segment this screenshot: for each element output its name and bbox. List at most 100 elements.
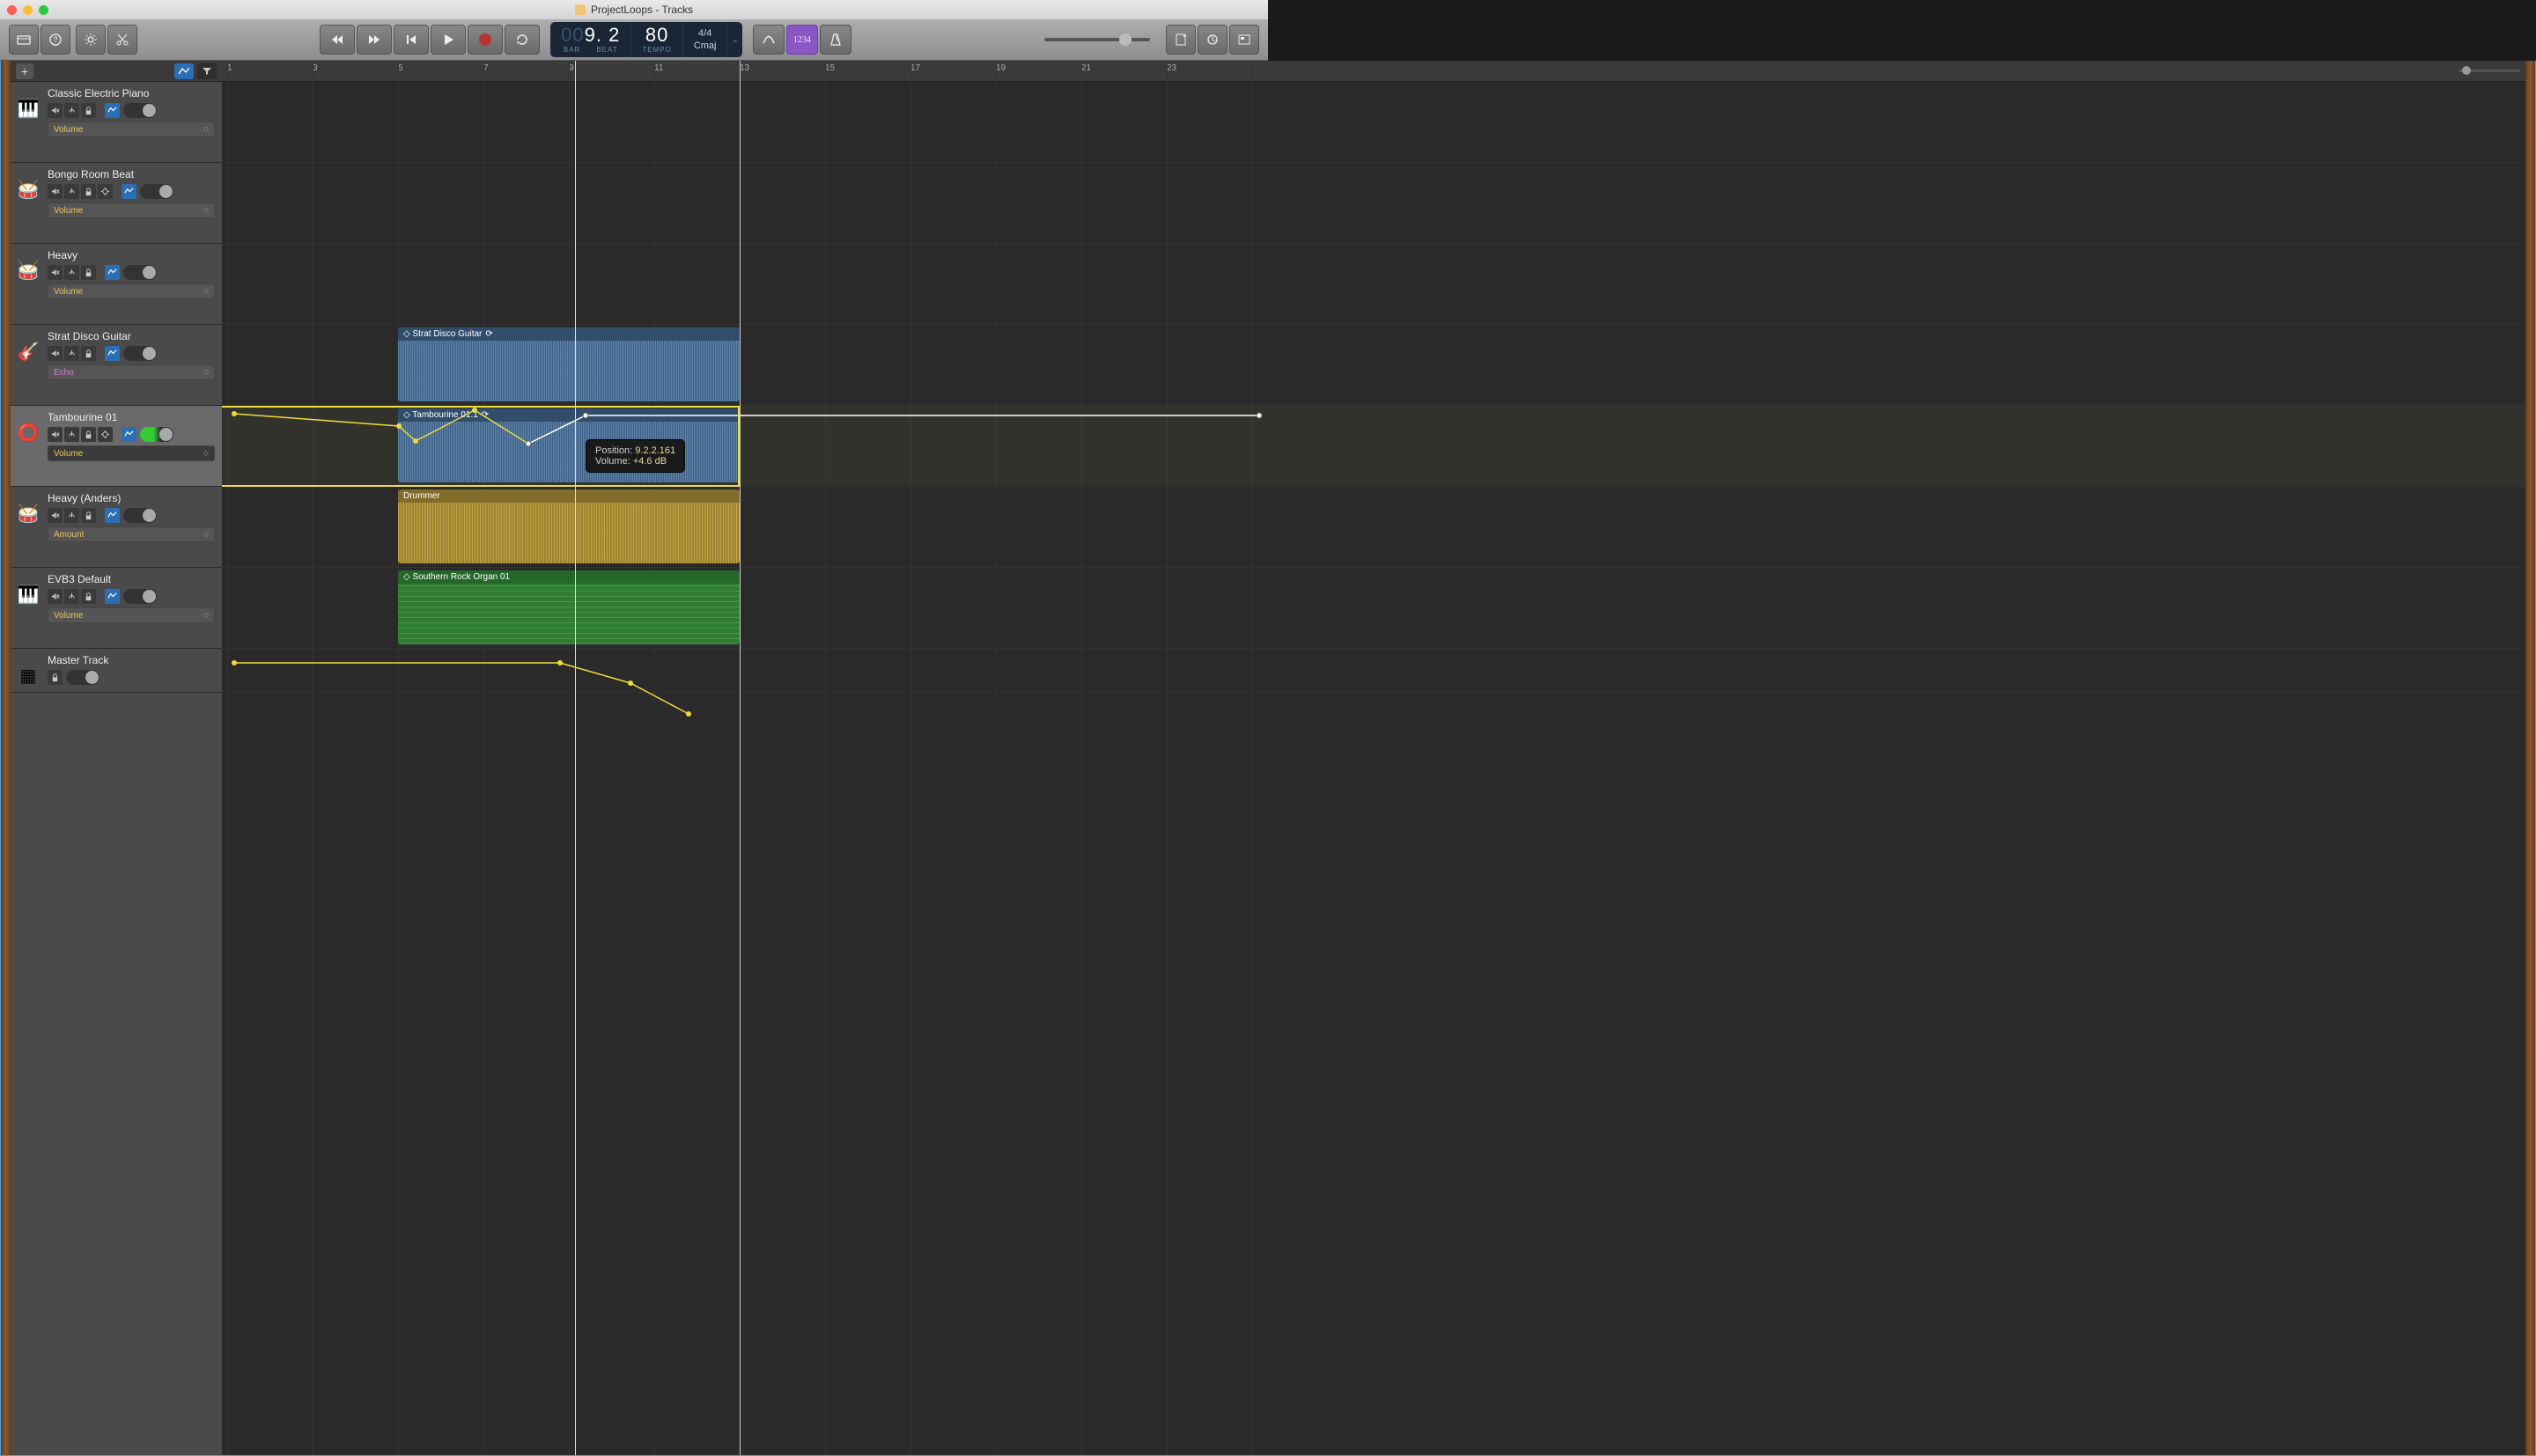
zoom-icon[interactable] bbox=[39, 5, 48, 15]
lock-button[interactable] bbox=[81, 508, 96, 523]
automation-mode-button[interactable] bbox=[105, 265, 120, 280]
go-to-start-button[interactable] bbox=[394, 25, 429, 55]
tooltip-volume-value: +4.6 dB bbox=[633, 456, 667, 467]
automation-param-selector[interactable]: Amount◇ bbox=[48, 526, 215, 542]
track-header[interactable]: 🥁 Bongo Room Beat Volume◇ bbox=[11, 163, 222, 244]
track-header-bar: + bbox=[11, 61, 222, 82]
automation-param-selector[interactable]: Volume◇ bbox=[48, 202, 215, 218]
solo-button[interactable] bbox=[64, 346, 79, 361]
automation-line-master[interactable] bbox=[222, 82, 1279, 751]
track-header[interactable]: 🎹 Classic Electric Piano Volume◇ bbox=[11, 82, 222, 163]
automation-mode-button[interactable] bbox=[105, 103, 120, 118]
lock-button[interactable] bbox=[81, 103, 96, 118]
automation-param-selector[interactable]: Volume◇ bbox=[48, 121, 215, 137]
document-icon bbox=[575, 4, 586, 15]
solo-button[interactable] bbox=[64, 589, 79, 604]
automation-mode-button[interactable] bbox=[105, 508, 120, 523]
forward-button[interactable] bbox=[357, 25, 392, 55]
track-header[interactable]: 🥁 Heavy (Anders) Amount◇ bbox=[11, 487, 222, 568]
timeline-area[interactable]: 1357911131517192123 ◇ Strat Disco Guitar… bbox=[222, 61, 2525, 1455]
minimize-icon[interactable] bbox=[23, 5, 33, 15]
solo-button[interactable] bbox=[64, 427, 79, 442]
play-button[interactable] bbox=[431, 25, 466, 55]
help-button[interactable]: ? bbox=[41, 25, 70, 55]
lcd-beat-label: BEAT bbox=[596, 46, 617, 54]
lock-button[interactable] bbox=[81, 346, 96, 361]
track-enable-toggle[interactable] bbox=[123, 589, 157, 604]
svg-text:?: ? bbox=[53, 35, 57, 44]
automation-curve-button[interactable] bbox=[753, 25, 785, 55]
rewind-button[interactable] bbox=[320, 25, 355, 55]
solo-button[interactable] bbox=[64, 508, 79, 523]
metronome-button[interactable] bbox=[820, 25, 851, 55]
settings-button[interactable] bbox=[76, 25, 106, 55]
record-enable-button[interactable] bbox=[98, 184, 113, 199]
ruler-number: 23 bbox=[1167, 63, 1176, 73]
lcd-bar: 9. bbox=[585, 24, 602, 46]
main-area: + 🎹 Classic Electric Piano Volume◇ 🥁 Bon… bbox=[0, 61, 2536, 1456]
lock-button[interactable] bbox=[81, 427, 96, 442]
record-enable-button[interactable] bbox=[98, 427, 113, 442]
automation-param-selector[interactable]: Volume◇ bbox=[48, 607, 215, 623]
automation-mode-button[interactable] bbox=[122, 184, 136, 199]
mute-button[interactable] bbox=[48, 508, 63, 523]
lock-button[interactable] bbox=[81, 184, 96, 199]
solo-button[interactable] bbox=[64, 184, 79, 199]
track-enable-toggle[interactable] bbox=[123, 103, 157, 118]
lcd-display[interactable]: 009. 2 BARBEAT 80 TEMPO 4/4 Cmaj ⌄ bbox=[550, 22, 742, 57]
track-filter-button[interactable] bbox=[197, 63, 217, 79]
record-button[interactable] bbox=[468, 25, 503, 55]
lcd-beat: 2 bbox=[608, 24, 620, 46]
track-enable-toggle[interactable] bbox=[123, 508, 157, 523]
master-volume-slider[interactable] bbox=[1044, 38, 1150, 41]
track-enable-toggle[interactable] bbox=[140, 427, 173, 442]
add-track-button[interactable]: + bbox=[16, 63, 33, 79]
traffic-lights bbox=[7, 5, 48, 15]
track-header[interactable]: 🎸 Strat Disco Guitar Echo◇ bbox=[11, 325, 222, 406]
automation-mode-button[interactable] bbox=[105, 589, 120, 604]
library-button[interactable] bbox=[9, 25, 39, 55]
track-header[interactable]: ⭕ Tambourine 01 Volume◇ bbox=[11, 406, 222, 487]
cycle-button[interactable] bbox=[505, 25, 540, 55]
automation-tooltip: Position: 9.2.2.161 Volume: +4.6 dB bbox=[586, 439, 685, 473]
scissors-button[interactable] bbox=[107, 25, 137, 55]
automation-view-button[interactable] bbox=[174, 63, 194, 79]
track-enable-toggle[interactable] bbox=[66, 670, 100, 685]
track-enable-toggle[interactable] bbox=[123, 346, 157, 361]
mute-button[interactable] bbox=[48, 589, 63, 604]
lock-button[interactable] bbox=[81, 265, 96, 280]
lcd-key[interactable]: Cmaj bbox=[694, 40, 717, 52]
media-button[interactable] bbox=[1229, 25, 1259, 55]
automation-mode-button[interactable] bbox=[105, 346, 120, 361]
track-name: Strat Disco Guitar bbox=[48, 330, 215, 342]
horizontal-zoom-slider[interactable] bbox=[2459, 64, 2520, 77]
automation-mode-button[interactable] bbox=[122, 427, 136, 442]
automation-param-selector[interactable]: Volume◇ bbox=[48, 283, 215, 299]
track-enable-toggle[interactable] bbox=[140, 184, 173, 199]
instrument-icon: 🎹 bbox=[14, 573, 42, 615]
close-icon[interactable] bbox=[7, 5, 17, 15]
automation-param-selector[interactable]: Echo◇ bbox=[48, 364, 215, 380]
lcd-tempo-label: TEMPO bbox=[642, 46, 671, 54]
track-header[interactable]: 🎹 EVB3 Default Volume◇ bbox=[11, 568, 222, 649]
lcd-tempo[interactable]: 80 bbox=[645, 26, 668, 45]
track-header[interactable]: 🥁 Heavy Volume◇ bbox=[11, 244, 222, 325]
lcd-time-signature[interactable]: 4/4 bbox=[698, 27, 711, 40]
lock-button[interactable] bbox=[81, 589, 96, 604]
count-in-button[interactable]: 1234 bbox=[786, 25, 818, 55]
solo-button[interactable] bbox=[64, 103, 79, 118]
mute-button[interactable] bbox=[48, 265, 63, 280]
mute-button[interactable] bbox=[48, 346, 63, 361]
solo-button[interactable] bbox=[64, 265, 79, 280]
lcd-chevron-icon[interactable]: ⌄ bbox=[727, 22, 741, 57]
notepad-button[interactable] bbox=[1166, 25, 1196, 55]
lock-button[interactable] bbox=[48, 670, 63, 685]
track-enable-toggle[interactable] bbox=[123, 265, 157, 280]
loops-button[interactable] bbox=[1198, 25, 1227, 55]
track-header[interactable]: ▦ Master Track bbox=[11, 649, 222, 693]
mute-button[interactable] bbox=[48, 103, 63, 118]
ruler[interactable]: 1357911131517192123 bbox=[222, 61, 2525, 82]
mute-button[interactable] bbox=[48, 184, 63, 199]
automation-param-selector[interactable]: Volume◇ bbox=[48, 445, 215, 461]
mute-button[interactable] bbox=[48, 427, 63, 442]
